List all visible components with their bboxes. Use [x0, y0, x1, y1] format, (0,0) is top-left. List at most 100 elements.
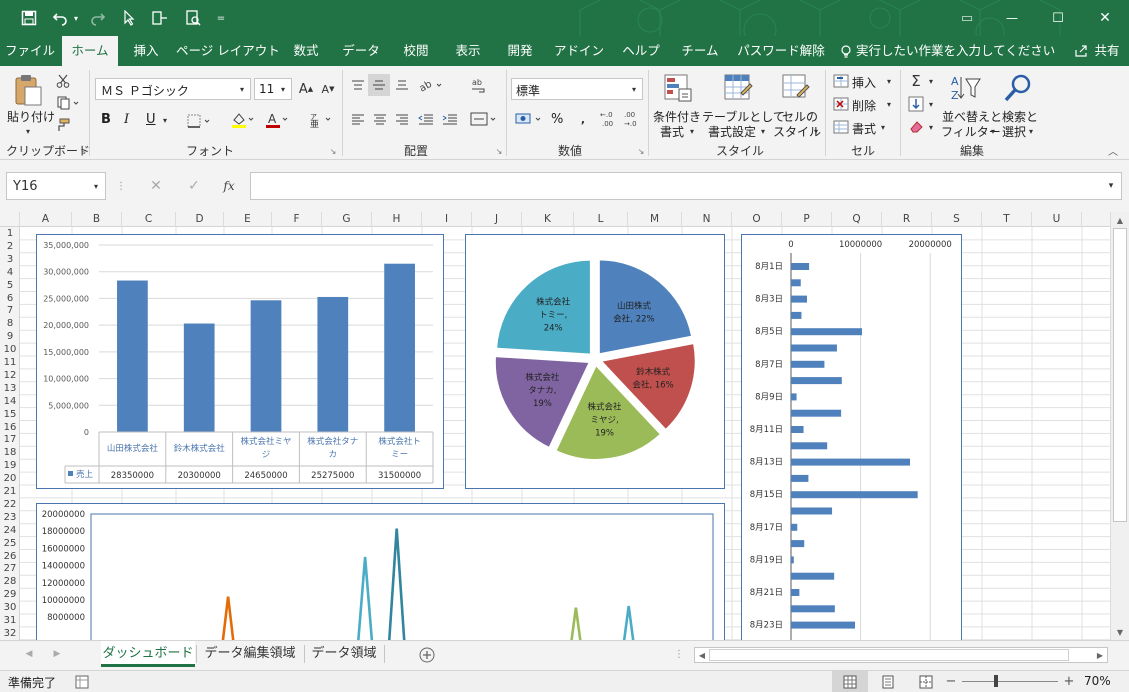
column-header-N[interactable]: N: [682, 212, 732, 227]
sales-pie-chart[interactable]: 山田株式 会社, 22% 鈴木株式 会社, 16% 株式会社 ミヤジ, 19% 株式会社 タナカ…: [465, 234, 725, 489]
scroll-right-icon[interactable]: ▶: [1094, 649, 1106, 661]
row-header-20[interactable]: 20: [0, 472, 20, 485]
ribbon-display-icon[interactable]: ▭: [957, 8, 977, 28]
alignment-launcher-icon[interactable]: ↘: [494, 146, 504, 156]
bold-button[interactable]: B: [101, 112, 111, 127]
delete-button[interactable]: 削除: [852, 97, 876, 114]
tab-page-layout[interactable]: ページ レイアウト: [176, 36, 280, 66]
name-box[interactable]: Y16 ▾: [6, 172, 106, 200]
find-select-line2[interactable]: 選択: [1002, 123, 1026, 140]
align-top-icon[interactable]: [348, 76, 368, 94]
zoom-slider-track[interactable]: [962, 681, 1058, 682]
underline-dropdown-icon[interactable]: ▾: [160, 114, 170, 126]
paste-button[interactable]: 貼り付け: [7, 108, 55, 125]
clipboard-launcher-icon[interactable]: ↘: [78, 146, 88, 156]
format-painter-qat-icon[interactable]: [148, 8, 172, 28]
format-button[interactable]: 書式: [852, 120, 876, 137]
decrease-indent-icon[interactable]: [416, 110, 436, 128]
customize-qat-icon[interactable]: =: [214, 8, 228, 28]
delete-cells-icon[interactable]: [832, 95, 850, 113]
tab-help[interactable]: ヘルプ: [614, 36, 668, 66]
align-left-icon[interactable]: [348, 110, 368, 128]
row-header-12[interactable]: 12: [0, 369, 20, 382]
row-header-19[interactable]: 19: [0, 459, 20, 472]
autosum-icon[interactable]: Σ: [906, 72, 926, 90]
cancel-entry-icon[interactable]: ✕: [146, 176, 166, 196]
cut-icon[interactable]: [54, 72, 72, 90]
align-bottom-icon[interactable]: [392, 76, 412, 94]
splitter-icon[interactable]: ⋮: [116, 176, 126, 196]
percent-button[interactable]: %: [551, 112, 563, 127]
horizontal-scroll-thumb[interactable]: [709, 649, 1069, 661]
number-launcher-icon[interactable]: ↘: [636, 146, 646, 156]
row-header-25[interactable]: 25: [0, 537, 20, 550]
zoom-out-button[interactable]: −: [944, 673, 958, 689]
tab-file[interactable]: ファイル: [4, 36, 56, 66]
format-painter-icon[interactable]: [54, 116, 72, 134]
insert-function-icon[interactable]: fx: [218, 176, 240, 196]
row-header-29[interactable]: 29: [0, 588, 20, 601]
tab-view[interactable]: 表示: [446, 36, 490, 66]
row-header-24[interactable]: 24: [0, 524, 20, 537]
column-header-T[interactable]: T: [982, 212, 1032, 227]
increase-decimal-icon[interactable]: ←.0.00: [598, 108, 620, 130]
row-header-27[interactable]: 27: [0, 562, 20, 575]
column-header-P[interactable]: P: [782, 212, 832, 227]
horizontal-scrollbar[interactable]: ◀ ▶: [694, 647, 1108, 663]
decrease-decimal-icon[interactable]: .00 →.0: [622, 108, 644, 130]
merge-center-icon[interactable]: [468, 110, 500, 128]
row-header-6[interactable]: 6: [0, 292, 20, 305]
italic-button[interactable]: I: [124, 112, 129, 127]
column-header-S[interactable]: S: [932, 212, 982, 227]
decrease-font-icon[interactable]: A ▼: [319, 80, 337, 98]
tell-me-search[interactable]: 実行したい作業を入力してください: [856, 36, 1055, 66]
column-header-A[interactable]: A: [20, 212, 72, 227]
font-name-select[interactable]: ＭＳ Ｐゴシック ▾: [95, 78, 251, 100]
row-header-2[interactable]: 2: [0, 240, 20, 253]
column-header-M[interactable]: M: [628, 212, 682, 227]
increase-font-icon[interactable]: A ▲: [297, 80, 315, 98]
font-size-select[interactable]: 11 ▾: [254, 78, 292, 100]
tab-addins[interactable]: アドイン: [552, 36, 606, 66]
align-right-icon[interactable]: [392, 110, 412, 128]
column-header-R[interactable]: R: [882, 212, 932, 227]
normal-view-button[interactable]: [832, 671, 868, 692]
borders-icon[interactable]: [185, 112, 215, 130]
row-header-4[interactable]: 4: [0, 266, 20, 279]
row-header-22[interactable]: 22: [0, 498, 20, 511]
number-format-select[interactable]: 標準 ▾: [511, 78, 643, 100]
maximize-icon[interactable]: ☐: [1048, 8, 1068, 28]
worksheet-grid[interactable]: 0 5,000,000 10,000,000 15,000,000 20,000,000…: [20, 227, 1110, 640]
minimize-icon[interactable]: —: [1002, 8, 1022, 28]
column-header-U[interactable]: U: [1032, 212, 1082, 227]
row-header-13[interactable]: 13: [0, 382, 20, 395]
tab-formulas[interactable]: 数式: [284, 36, 328, 66]
row-header-17[interactable]: 17: [0, 433, 20, 446]
comma-style-icon[interactable]: ,: [572, 110, 594, 128]
wrap-text-icon[interactable]: ab: [468, 76, 490, 96]
column-header-F[interactable]: F: [272, 212, 322, 227]
save-icon[interactable]: [18, 8, 40, 28]
row-header-26[interactable]: 26: [0, 550, 20, 563]
insert-cells-icon[interactable]: [832, 72, 850, 90]
next-sheet-icon[interactable]: ▶: [50, 647, 64, 661]
underline-button[interactable]: U: [146, 112, 156, 127]
font-launcher-icon[interactable]: ↘: [328, 146, 338, 156]
orientation-icon[interactable]: ab: [416, 76, 446, 94]
column-header-O[interactable]: O: [732, 212, 782, 227]
sheet-tab-dashboard[interactable]: ダッシュボード: [101, 641, 195, 667]
row-header-21[interactable]: 21: [0, 485, 20, 498]
font-color-icon[interactable]: A: [262, 110, 292, 130]
sort-filter-icon[interactable]: AZ: [948, 72, 984, 104]
column-header-B[interactable]: B: [72, 212, 122, 227]
tab-data[interactable]: データ: [336, 36, 386, 66]
column-header-I[interactable]: I: [422, 212, 472, 227]
tab-home[interactable]: ホーム: [62, 36, 118, 66]
row-header-9[interactable]: 9: [0, 330, 20, 343]
row-header-18[interactable]: 18: [0, 446, 20, 459]
row-header-28[interactable]: 28: [0, 575, 20, 588]
tab-password-remove[interactable]: パスワード解除: [734, 36, 828, 66]
row-header-16[interactable]: 16: [0, 421, 20, 434]
copy-icon[interactable]: [54, 94, 82, 112]
row-header-32[interactable]: 32: [0, 627, 20, 640]
